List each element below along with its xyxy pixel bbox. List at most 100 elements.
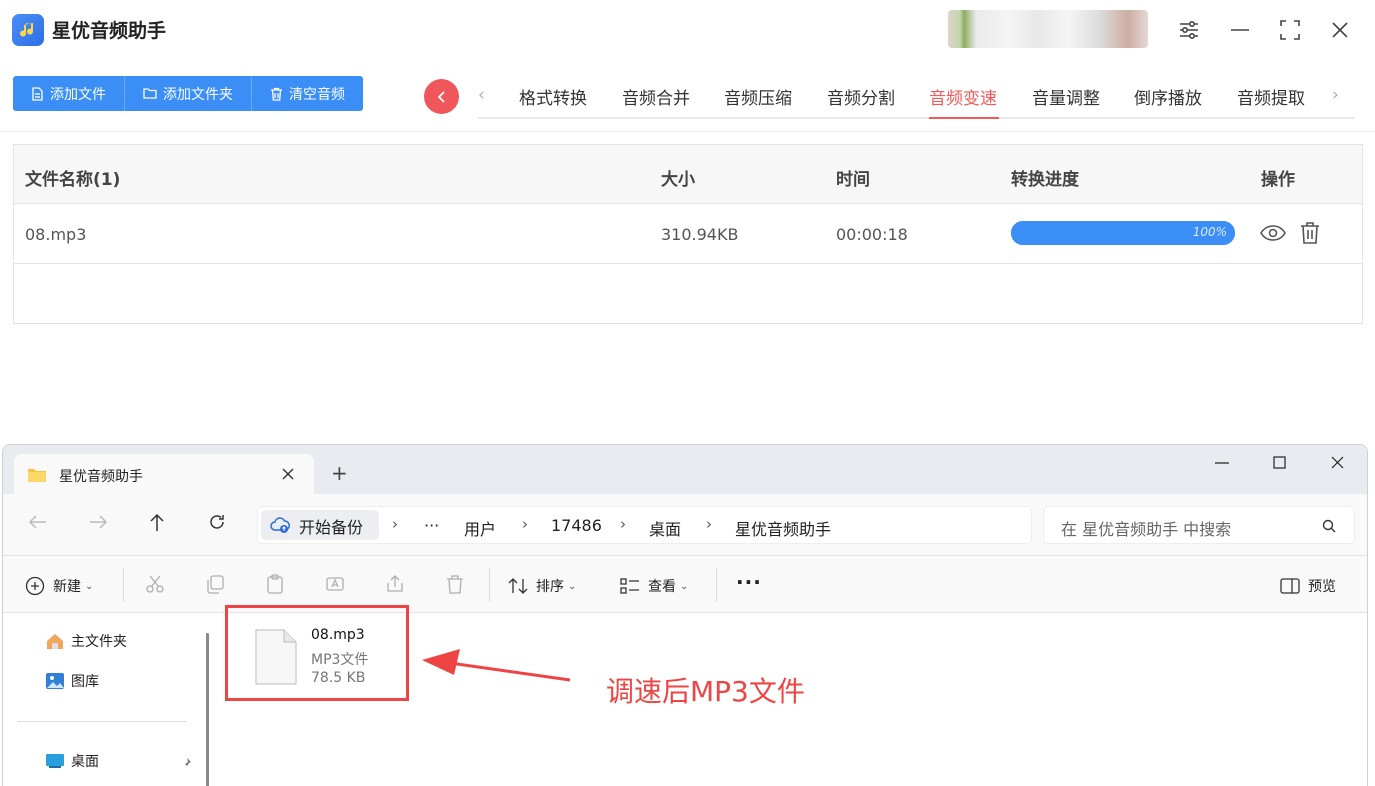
delete-icon[interactable] bbox=[445, 574, 465, 594]
delete-trash-icon[interactable] bbox=[1299, 221, 1321, 249]
up-arrow-icon[interactable] bbox=[148, 513, 166, 533]
sidebar-item-gallery[interactable]: 图库 bbox=[45, 671, 99, 691]
chevron-down-icon: ⌄ bbox=[680, 580, 689, 592]
cell-file-size: 310.94KB bbox=[661, 225, 739, 244]
backup-button[interactable]: 开始备份 bbox=[261, 510, 379, 540]
share-icon[interactable] bbox=[385, 574, 405, 594]
tab-audio-speed[interactable]: 音频变速 bbox=[929, 84, 997, 109]
breadcrumb-desktop[interactable]: 桌面 bbox=[649, 516, 681, 540]
minimize-icon[interactable] bbox=[1215, 462, 1229, 464]
sort-arrows-icon bbox=[508, 578, 528, 594]
app-title: 星优音频助手 bbox=[52, 20, 167, 42]
maximize-icon[interactable] bbox=[1273, 456, 1286, 469]
desktop-icon bbox=[46, 754, 64, 768]
sidebar-item-desktop[interactable]: 桌面 bbox=[45, 751, 99, 771]
collapse-back-button[interactable] bbox=[424, 79, 459, 114]
sort-label: 排序 bbox=[536, 579, 564, 595]
toolbar-button-group: 添加文件 添加文件夹 清空音频 bbox=[13, 76, 363, 111]
divider bbox=[17, 721, 187, 722]
table-row[interactable]: 08.mp3 310.94KB 00:00:18 100% bbox=[14, 204, 1362, 264]
divider bbox=[0, 131, 1375, 132]
pin-icon[interactable] bbox=[180, 757, 192, 769]
col-header-name: 文件名称(1) bbox=[25, 170, 121, 190]
annotation-label: 调速后MP3文件 bbox=[606, 675, 805, 708]
preview-pane-button[interactable]: 预览 bbox=[1280, 576, 1336, 596]
file-icon bbox=[32, 86, 43, 101]
gallery-icon bbox=[46, 673, 64, 689]
close-icon[interactable] bbox=[1326, 16, 1354, 44]
sidebar-item-home[interactable]: 主文件夹 bbox=[45, 631, 127, 651]
tab-volume-adjust[interactable]: 音量调整 bbox=[1032, 84, 1100, 109]
breadcrumb-chevron-icon: › bbox=[522, 515, 528, 533]
clear-audio-button[interactable]: 清空音频 bbox=[252, 76, 363, 111]
explorer-tab-bar: 星优音频助手 + bbox=[3, 445, 1367, 495]
add-file-label: 添加文件 bbox=[50, 86, 106, 103]
sort-button[interactable]: 排序 ⌄ bbox=[508, 576, 576, 596]
new-button[interactable]: 新建 ⌄ bbox=[25, 576, 93, 596]
search-input[interactable]: 在 星优音频助手 中搜索 bbox=[1043, 506, 1355, 544]
folder-icon bbox=[28, 469, 46, 482]
navigation-pane: 主文件夹 图库 桌面 bbox=[3, 613, 203, 786]
tabs-scroll-left-icon[interactable]: ‹ bbox=[478, 85, 485, 105]
home-icon bbox=[47, 634, 63, 649]
tab-audio-split[interactable]: 音频分割 bbox=[827, 84, 895, 109]
address-bar[interactable]: 开始备份 › ··· 用户 › 17486 › 桌面 › 星优音频助手 bbox=[257, 506, 1032, 544]
view-button[interactable]: 查看 ⌄ bbox=[620, 576, 688, 596]
explorer-tab[interactable]: 星优音频助手 bbox=[14, 454, 314, 495]
annotation-arrow bbox=[422, 649, 571, 682]
breadcrumb-current-folder[interactable]: 星优音频助手 bbox=[735, 516, 831, 540]
forward-arrow-icon[interactable] bbox=[88, 513, 108, 531]
paste-icon[interactable] bbox=[265, 574, 285, 594]
active-tab-indicator bbox=[929, 117, 999, 119]
breadcrumb-more[interactable]: ··· bbox=[424, 516, 439, 535]
divider bbox=[489, 568, 490, 602]
breadcrumb-chevron-icon: › bbox=[620, 515, 626, 533]
add-file-button[interactable]: 添加文件 bbox=[13, 76, 125, 111]
tab-audio-extract[interactable]: 音频提取 bbox=[1237, 84, 1305, 109]
cloud-backup-icon bbox=[270, 517, 290, 533]
cut-icon[interactable] bbox=[145, 574, 165, 594]
close-tab-icon[interactable] bbox=[282, 468, 294, 480]
view-list-icon bbox=[620, 578, 639, 594]
back-arrow-icon[interactable] bbox=[28, 513, 48, 531]
tab-reverse-play[interactable]: 倒序播放 bbox=[1134, 84, 1202, 109]
copy-icon[interactable] bbox=[205, 574, 225, 594]
explorer-tab-title: 星优音频助手 bbox=[59, 469, 143, 485]
eye-icon[interactable] bbox=[1259, 221, 1287, 249]
more-options-icon[interactable]: ··· bbox=[736, 570, 762, 594]
sidebar-item-label: 桌面 bbox=[71, 754, 99, 770]
preview-pane-icon bbox=[1280, 578, 1300, 594]
tabs-scroll-right-icon[interactable]: › bbox=[1332, 85, 1339, 105]
divider bbox=[123, 568, 124, 602]
breadcrumb-user-id[interactable]: 17486 bbox=[551, 516, 602, 535]
chevron-down-icon: ⌄ bbox=[568, 580, 577, 592]
search-icon bbox=[1322, 519, 1336, 533]
sidebar-scrollbar[interactable] bbox=[206, 633, 209, 786]
maximize-icon[interactable] bbox=[1276, 16, 1304, 44]
folder-icon bbox=[143, 88, 157, 99]
tab-audio-compress[interactable]: 音频压缩 bbox=[724, 84, 792, 109]
refresh-icon[interactable] bbox=[208, 513, 226, 531]
explorer-command-bar: 新建 ⌄ 排序 ⌄ 查看 ⌄ ··· 预览 bbox=[3, 556, 1367, 613]
add-folder-label: 添加文件夹 bbox=[163, 86, 233, 103]
table-header: 文件名称(1) 大小 时间 转换进度 操作 bbox=[14, 145, 1362, 204]
chevron-down-icon: ⌄ bbox=[85, 580, 94, 592]
user-avatar-blurred[interactable] bbox=[948, 10, 1148, 48]
file-table: 文件名称(1) 大小 时间 转换进度 操作 08.mp3 310.94KB 00… bbox=[13, 144, 1363, 324]
add-folder-button[interactable]: 添加文件夹 bbox=[125, 76, 252, 111]
close-icon[interactable] bbox=[1331, 456, 1344, 469]
rename-icon[interactable] bbox=[325, 574, 345, 594]
clear-audio-label: 清空音频 bbox=[289, 86, 345, 103]
minimize-icon[interactable] bbox=[1226, 16, 1254, 44]
tab-audio-merge[interactable]: 音频合并 bbox=[622, 84, 690, 109]
new-tab-plus-icon[interactable]: + bbox=[331, 463, 348, 483]
settings-sliders-icon[interactable] bbox=[1175, 16, 1203, 44]
col-header-progress: 转换进度 bbox=[1011, 170, 1079, 190]
breadcrumb-users[interactable]: 用户 bbox=[464, 516, 496, 540]
search-placeholder: 在 星优音频助手 中搜索 bbox=[1061, 520, 1232, 539]
new-label: 新建 bbox=[53, 579, 81, 595]
app-window: 星优音频助手 添加文件 添加文件夹 清空音频 ‹ 格式转换 音频合并 音频压缩 … bbox=[0, 0, 1375, 786]
tab-format-convert[interactable]: 格式转换 bbox=[519, 84, 587, 109]
sidebar-item-label: 主文件夹 bbox=[71, 634, 127, 650]
col-header-time: 时间 bbox=[836, 170, 870, 190]
